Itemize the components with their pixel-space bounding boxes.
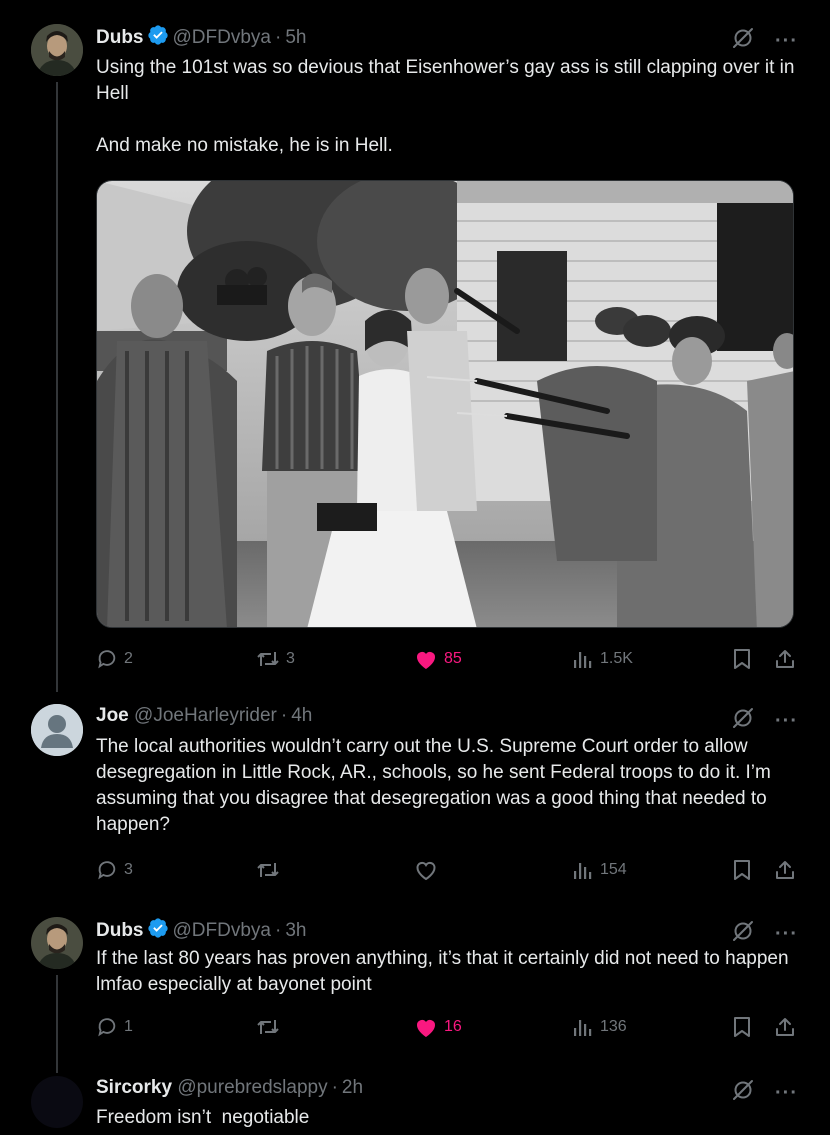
tweet-top-icons: ···	[731, 706, 798, 735]
timestamp[interactable]: 3h	[285, 920, 306, 941]
repost-button[interactable]	[256, 1016, 280, 1038]
tweet-actions: 2 3 85 1.5K	[96, 648, 798, 674]
verified-icon	[147, 24, 169, 53]
reply-icon	[96, 1016, 118, 1038]
share-button[interactable]	[774, 859, 796, 881]
author-name[interactable]: Dubs	[96, 920, 144, 941]
more-options-icon[interactable]: ···	[775, 924, 798, 944]
bookmark-icon	[732, 859, 752, 881]
bookmark-button[interactable]	[732, 859, 752, 881]
like-button[interactable]	[414, 859, 438, 881]
reply-button[interactable]: 2	[96, 648, 133, 670]
repost-count: 3	[286, 650, 295, 667]
views-icon	[572, 648, 594, 670]
like-button[interactable]: 16	[414, 1016, 462, 1038]
like-count: 16	[444, 1018, 462, 1035]
avatar-default[interactable]	[31, 704, 83, 756]
author-name[interactable]: Sircorky	[96, 1077, 172, 1098]
share-icon	[774, 1016, 796, 1038]
reply-count: 2	[124, 650, 133, 667]
views-count: 136	[600, 1018, 627, 1035]
author-name[interactable]: Dubs	[96, 27, 144, 48]
author-handle[interactable]: @DFDvbya	[173, 920, 271, 941]
tweet-1[interactable]: Dubs @DFDvbya · 5h ··· Using the 101st was …	[0, 24, 830, 692]
views-count: 154	[600, 861, 627, 878]
avatar-sircorky[interactable]	[31, 1076, 83, 1128]
separator-dot: ·	[280, 705, 288, 726]
separator-dot: ·	[274, 27, 282, 48]
repost-button[interactable]: 3	[256, 648, 295, 670]
reply-icon	[96, 859, 118, 881]
avatar-dubs[interactable]	[31, 917, 83, 969]
tweet-4[interactable]: Sircorky @purebredslappy · 2h ··· Freedom …	[0, 1076, 830, 1135]
reply-button[interactable]: 3	[96, 859, 133, 881]
timestamp[interactable]: 2h	[342, 1077, 363, 1098]
tweet-2[interactable]: Joe @JoeHarleyrider · 4h ··· The local aut…	[0, 704, 830, 894]
like-button[interactable]: 85	[414, 648, 462, 670]
tweet-header: Dubs @DFDvbya · 3h	[96, 917, 306, 946]
author-handle[interactable]: @JoeHarleyrider	[134, 705, 277, 726]
verified-icon	[147, 917, 169, 946]
repost-button[interactable]	[256, 859, 280, 881]
grok-icon[interactable]	[731, 1078, 755, 1107]
bookmark-button[interactable]	[732, 648, 752, 670]
thread-line	[56, 975, 58, 1073]
share-icon	[774, 859, 796, 881]
tweet-3[interactable]: Dubs @DFDvbya · 3h ··· If the last 80 years…	[0, 917, 830, 1073]
tweet-photo[interactable]	[96, 180, 794, 628]
tweet-header: Joe @JoeHarleyrider · 4h	[96, 704, 312, 728]
heart-outline-icon	[414, 859, 438, 881]
grok-icon[interactable]	[731, 919, 755, 948]
heart-filled-icon	[414, 648, 438, 670]
more-options-icon[interactable]: ···	[775, 31, 798, 51]
bookmark-icon	[732, 648, 752, 670]
views-button[interactable]: 136	[572, 1016, 627, 1038]
more-options-icon[interactable]: ···	[775, 711, 798, 731]
author-handle[interactable]: @purebredslappy	[177, 1077, 327, 1098]
views-count: 1.5K	[600, 650, 633, 667]
like-count: 85	[444, 650, 462, 667]
repost-icon	[256, 648, 280, 670]
repost-icon	[256, 859, 280, 881]
reply-count: 1	[124, 1018, 133, 1035]
bookmark-icon	[732, 1016, 752, 1038]
thread-line	[56, 82, 58, 692]
avatar-dubs[interactable]	[31, 24, 83, 76]
tweet-text: Freedom isn’t negotiable	[96, 1107, 310, 1128]
views-button[interactable]: 1.5K	[572, 648, 633, 670]
tweet-text: The local authorities wouldn’t carry out…	[96, 736, 771, 835]
tweet-top-icons: ···	[731, 1078, 798, 1107]
tweet-header: Dubs @DFDvbya · 5h	[96, 24, 306, 53]
tweet-top-icons: ···	[731, 919, 798, 948]
reply-icon	[96, 648, 118, 670]
more-options-icon[interactable]: ···	[775, 1083, 798, 1103]
share-button[interactable]	[774, 648, 796, 670]
views-button[interactable]: 154	[572, 859, 627, 881]
grok-icon[interactable]	[731, 706, 755, 735]
views-icon	[572, 859, 594, 881]
tweet-actions: 3 154	[96, 859, 798, 885]
grok-icon[interactable]	[731, 26, 755, 55]
separator-dot: ·	[331, 1077, 338, 1098]
author-handle[interactable]: @DFDvbya	[173, 27, 271, 48]
bookmark-button[interactable]	[732, 1016, 752, 1038]
share-icon	[774, 648, 796, 670]
tweet-text: Using the 101st was so devious that Eise…	[96, 57, 795, 156]
share-button[interactable]	[774, 1016, 796, 1038]
timestamp[interactable]: 4h	[291, 705, 312, 726]
tweet-actions: 1 16 136	[96, 1016, 798, 1042]
tweet-top-icons: ···	[731, 26, 798, 55]
author-name[interactable]: Joe	[96, 705, 129, 726]
reply-button[interactable]: 1	[96, 1016, 133, 1038]
separator-dot: ·	[274, 920, 282, 941]
tweet-text: If the last 80 years has proven anything…	[96, 948, 789, 995]
timestamp[interactable]: 5h	[285, 27, 306, 48]
tweet-header: Sircorky @purebredslappy · 2h	[96, 1076, 363, 1100]
views-icon	[572, 1016, 594, 1038]
heart-filled-icon	[414, 1016, 438, 1038]
reply-count: 3	[124, 861, 133, 878]
repost-icon	[256, 1016, 280, 1038]
